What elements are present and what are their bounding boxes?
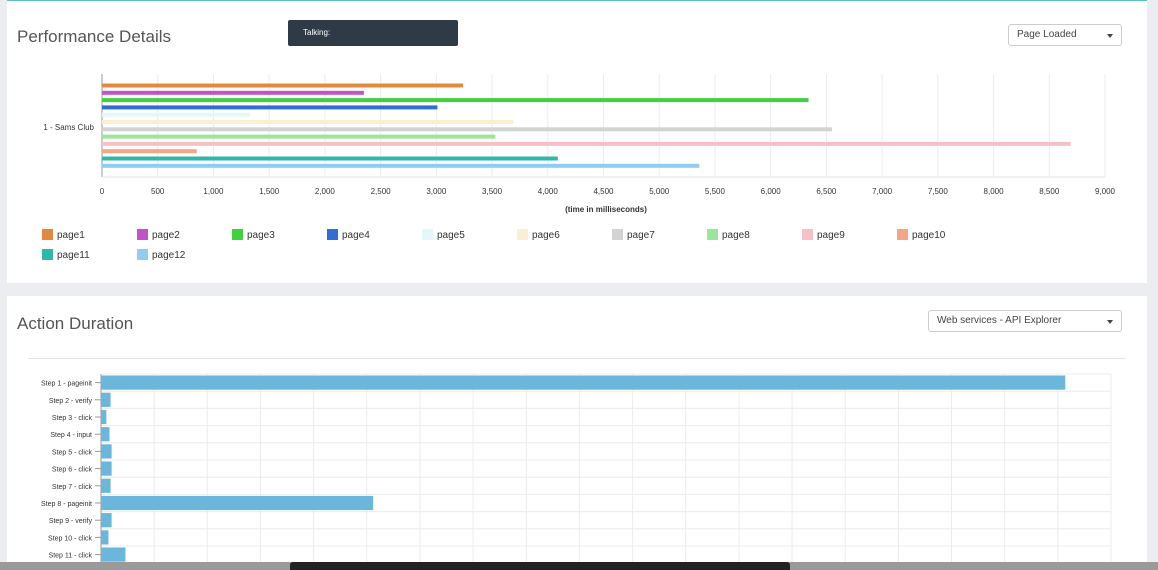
- x-tick-label: 3,000: [426, 187, 447, 196]
- legend-swatch-page10: [897, 229, 908, 240]
- scrollbar-thumb[interactable]: [290, 562, 790, 570]
- x-tick-label: 5,500: [705, 187, 726, 196]
- legend-label-page11: page11: [57, 250, 90, 261]
- x-tick-label: 8,500: [1039, 187, 1060, 196]
- x-tick-label: 0: [100, 187, 105, 196]
- category-label: Step 10 - click: [48, 535, 92, 542]
- legend-label-page5: page5: [437, 230, 465, 241]
- bar-page1: [102, 83, 464, 88]
- legend-swatch-page6: [517, 229, 528, 240]
- bar-page2: [102, 90, 364, 95]
- talking-toast: Talking:: [288, 20, 458, 46]
- legend-swatch-page12: [137, 249, 148, 260]
- x-tick-label: 1,500: [259, 187, 280, 196]
- bar-page4: [102, 105, 438, 110]
- legend-label-page10: page10: [912, 230, 946, 241]
- x-tick-label: 4,000: [538, 187, 559, 196]
- category-label: Step 4 - input: [50, 432, 92, 439]
- bar-page5: [102, 112, 251, 117]
- legend-label-page3: page3: [247, 230, 275, 241]
- action-duration-chart: Step 1 - pageinit Step 2 - verify Step 3 -…: [41, 373, 1112, 566]
- bar-step-5: [101, 444, 112, 459]
- legend-label-page6: page6: [532, 230, 560, 241]
- category-label: Step 2 - verify: [49, 398, 93, 405]
- category-label: Step 5 - click: [52, 449, 93, 456]
- bar-page12: [102, 163, 700, 168]
- legend-swatch-page1: [42, 229, 53, 240]
- x-tick-label: 3,500: [482, 187, 503, 196]
- x-tick-label: 9,000: [1095, 187, 1116, 196]
- bar-step-11: [101, 547, 126, 562]
- bar-step-9: [101, 513, 112, 528]
- bar-step-2: [101, 392, 111, 407]
- performance-chart: 0 500 1,000 1,500 2,000 2,500 3,000 3,500 4,000 4…: [42, 74, 1116, 261]
- x-axis-title: (time in milliseconds): [565, 205, 647, 214]
- bar-step-4: [101, 427, 110, 442]
- bar-step-1: [101, 375, 1066, 390]
- x-tick-label: 6,000: [761, 187, 782, 196]
- category-label: Step 8 - pageinit: [41, 501, 92, 508]
- bar-page6: [102, 120, 514, 124]
- x-tick-label: 7,500: [928, 187, 949, 196]
- category-label: Step 3 - click: [52, 415, 93, 422]
- legend-label-page2: page2: [152, 230, 180, 241]
- legend-swatch-page7: [612, 229, 623, 240]
- legend-label-page7: page7: [627, 230, 655, 241]
- legend-swatch-page3: [232, 229, 243, 240]
- bar-step-7: [101, 478, 111, 493]
- category-label: Step 6 - click: [52, 467, 93, 474]
- legend-label-page1: page1: [57, 230, 85, 241]
- legend-swatch-page5: [422, 229, 433, 240]
- category-label: 1 - Sams Club: [43, 123, 94, 132]
- performance-panel: Performance Details Page Loaded 0 500 1,00…: [7, 0, 1147, 283]
- x-tick-label: 1,000: [203, 187, 224, 196]
- legend-swatch-page9: [802, 229, 813, 240]
- category-label: Step 1 - pageinit: [41, 381, 92, 388]
- x-tick-label: 2,500: [371, 187, 392, 196]
- x-tick-label: 6,500: [816, 187, 837, 196]
- bar-step-3: [101, 409, 107, 425]
- legend-label-page12: page12: [152, 250, 186, 261]
- bar-page11: [102, 156, 558, 161]
- action-duration-panel: Action Duration Web services - API Explo…: [7, 296, 1147, 570]
- bar-page9: [102, 141, 1071, 146]
- x-tick-label: 4,500: [593, 187, 614, 196]
- bar-page8: [102, 134, 496, 139]
- x-tick-label: 5,000: [649, 187, 670, 196]
- bar-page7: [102, 127, 832, 132]
- category-label: Step 11 - click: [49, 553, 93, 560]
- x-tick-label: 8,000: [984, 187, 1005, 196]
- legend-label-page9: page9: [817, 230, 845, 241]
- legend-swatch-page11: [42, 249, 53, 260]
- bar-step-8: [101, 495, 374, 511]
- category-label: Step 9 - verify: [49, 518, 93, 525]
- category-label: Step 7 - click: [52, 484, 93, 491]
- bar-page10: [102, 149, 197, 154]
- legend-swatch-page2: [137, 229, 148, 240]
- bottom-scrollbar[interactable]: [0, 562, 1158, 570]
- legend-swatch-page8: [707, 229, 718, 240]
- bar-step-6: [101, 461, 112, 476]
- bar-page3: [102, 98, 809, 103]
- legend-label-page8: page8: [722, 230, 750, 241]
- legend-swatch-page4: [327, 229, 338, 240]
- x-tick-label: 500: [151, 187, 165, 196]
- bar-step-10: [101, 530, 109, 545]
- x-tick-label: 7,000: [872, 187, 893, 196]
- legend-label-page4: page4: [342, 230, 370, 241]
- x-tick-label: 2,000: [315, 187, 336, 196]
